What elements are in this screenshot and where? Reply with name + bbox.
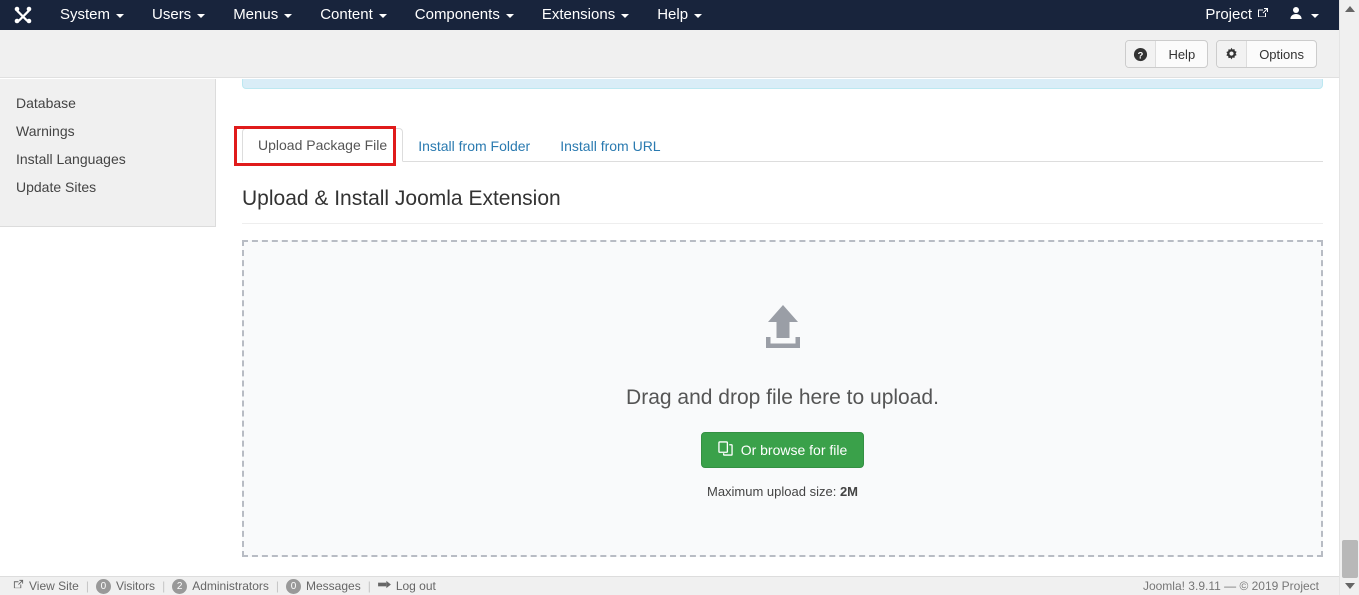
sidebar-item-label: Update Sites xyxy=(16,179,97,195)
footer-view-site-link[interactable]: View Site xyxy=(6,579,86,593)
menu-item-users[interactable]: Users xyxy=(138,0,219,30)
sidebar: Database Warnings Install Languages Upda… xyxy=(0,79,216,227)
menu-item-components[interactable]: Components xyxy=(401,0,528,30)
footer-status-bar: View Site | 0 Visitors | 2 Administrator… xyxy=(0,576,1339,595)
max-upload-size-value: 2M xyxy=(839,483,858,499)
external-link-icon xyxy=(1257,0,1269,30)
footer-administrators-label: Administrators xyxy=(192,579,269,593)
sidebar-item-label: Install Languages xyxy=(16,151,126,167)
browse-for-file-label: Or browse for file xyxy=(740,441,848,458)
footer-visitors[interactable]: 0 Visitors xyxy=(89,578,162,594)
menu-item-help[interactable]: Help xyxy=(643,0,716,30)
chevron-down-icon xyxy=(505,14,514,18)
browse-for-file-button[interactable]: Or browse for file xyxy=(700,431,865,468)
sidebar-item-warnings[interactable]: Warnings xyxy=(0,117,215,145)
messages-count-badge: 0 xyxy=(286,578,301,594)
project-label: Project xyxy=(1205,6,1252,23)
gear-icon xyxy=(1217,41,1248,67)
tab-install-from-folder[interactable]: Install from Folder xyxy=(403,130,545,162)
menu-item-content[interactable]: Content xyxy=(306,0,401,30)
menu-item-system[interactable]: System xyxy=(46,0,138,30)
sidebar-item-label: Database xyxy=(16,95,76,111)
scroll-down-arrow-icon[interactable] xyxy=(1340,577,1359,595)
chevron-down-icon xyxy=(378,14,387,18)
menu-item-label: Help xyxy=(657,6,689,23)
upload-arrow-icon xyxy=(755,299,811,360)
menu-item-menus[interactable]: Menus xyxy=(219,0,306,30)
joomla-logo-icon[interactable] xyxy=(0,0,46,30)
install-method-tabs: Upload Package File Install from Folder … xyxy=(242,127,1323,162)
max-upload-size: Maximum upload size: 2M xyxy=(707,484,858,499)
menu-item-label: System xyxy=(60,6,111,23)
options-button[interactable]: Options xyxy=(1216,40,1317,68)
footer-logout[interactable]: Log out xyxy=(371,579,443,593)
menu-item-label: Components xyxy=(414,6,500,23)
svg-text:?: ? xyxy=(1138,50,1144,60)
chevron-down-icon xyxy=(197,14,206,18)
help-button-label: Help xyxy=(1168,46,1196,62)
chevron-down-icon xyxy=(621,14,630,18)
upload-dropzone[interactable]: Drag and drop file here to upload. Or br… xyxy=(242,240,1323,557)
top-navigation-right: Project xyxy=(1195,0,1339,30)
sidebar-item-database[interactable]: Database xyxy=(0,89,215,117)
footer-version-text: Joomla! 3.9.11 — © 2019 Project xyxy=(1142,579,1319,593)
help-button[interactable]: ? Help xyxy=(1125,40,1209,68)
page-scrollbar[interactable] xyxy=(1339,0,1359,595)
footer-view-site-label: View Site xyxy=(29,579,79,593)
copy-files-icon xyxy=(717,440,733,459)
tab-label: Upload Package File xyxy=(258,137,388,153)
toolbar-buttons: ? Help Options xyxy=(1125,40,1317,68)
admin-page: System Users Menus Content Components Ex… xyxy=(0,0,1359,595)
footer-messages[interactable]: 0 Messages xyxy=(279,578,368,594)
max-upload-size-label: Maximum upload size: xyxy=(706,483,837,499)
chevron-down-icon xyxy=(694,14,703,18)
chevron-down-icon xyxy=(284,14,293,18)
tab-label: Install from Folder xyxy=(418,138,531,154)
menu-item-label: Extensions xyxy=(541,6,616,23)
sidebar-item-label: Warnings xyxy=(16,123,75,139)
menu-item-label: Menus xyxy=(233,6,279,23)
tab-upload-package-file[interactable]: Upload Package File xyxy=(242,128,404,162)
project-site-link[interactable]: Project xyxy=(1195,0,1279,30)
user-account-menu[interactable] xyxy=(1279,0,1333,30)
footer-visitors-label: Visitors xyxy=(115,579,156,593)
visitors-count-badge: 0 xyxy=(95,578,111,594)
scroll-up-arrow-icon[interactable] xyxy=(1340,0,1359,18)
tab-install-from-url[interactable]: Install from URL xyxy=(545,130,675,162)
scrollbar-thumb[interactable] xyxy=(1342,540,1358,578)
top-navigation-bar: System Users Menus Content Components Ex… xyxy=(0,0,1339,30)
page-title: Upload & Install Joomla Extension xyxy=(242,187,1323,224)
sidebar-item-install-languages[interactable]: Install Languages xyxy=(0,145,215,173)
footer-logout-label: Log out xyxy=(395,579,436,593)
question-circle-icon: ? xyxy=(1126,41,1157,67)
menu-item-extensions[interactable]: Extensions xyxy=(528,0,643,30)
chevron-down-icon xyxy=(1311,14,1319,18)
user-icon xyxy=(1289,6,1303,25)
options-button-label: Options xyxy=(1259,46,1304,62)
toolbar: ? Help Options xyxy=(0,30,1339,78)
main-menu: System Users Menus Content Components Ex… xyxy=(46,0,716,30)
footer-messages-label: Messages xyxy=(306,579,361,593)
sidebar-item-update-sites[interactable]: Update Sites xyxy=(0,173,215,201)
main-content: Upload Package File Install from Folder … xyxy=(217,79,1339,576)
tab-label: Install from URL xyxy=(560,138,661,154)
dropzone-instruction: Drag and drop file here to upload. xyxy=(626,385,939,409)
menu-item-label: Users xyxy=(152,6,192,23)
menu-item-label: Content xyxy=(320,6,373,23)
chevron-down-icon xyxy=(116,14,125,18)
footer-administrators[interactable]: 2 Administrators xyxy=(165,578,276,594)
info-alert xyxy=(242,79,1323,89)
logout-icon xyxy=(377,579,391,593)
external-link-icon xyxy=(13,579,24,593)
administrators-count-badge: 2 xyxy=(172,578,188,594)
